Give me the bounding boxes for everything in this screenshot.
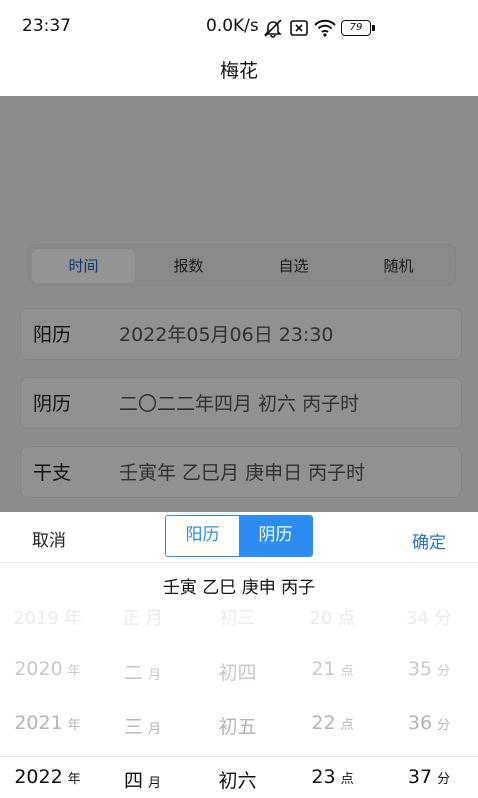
wheel-unit: 分 bbox=[437, 718, 451, 733]
selection-line bbox=[0, 756, 478, 757]
segment-lunar[interactable]: 阴历 bbox=[239, 516, 312, 556]
status-bar: 23:37 0.0K/s 79 bbox=[0, 0, 478, 52]
month-wheel[interactable]: 正月 二月 三月 四月 bbox=[95, 604, 190, 798]
picker-ganzhi-text: 壬寅 乙巳 庚申 丙子 bbox=[162, 578, 316, 598]
page-title: 梅花 bbox=[219, 60, 258, 82]
wheel-unit: 分 bbox=[437, 772, 451, 787]
hour-wheel[interactable]: 20 点 21 点 22 点 23 点 bbox=[285, 604, 380, 798]
mute-notification-icon bbox=[264, 19, 282, 38]
wheel-item-selected: 23 bbox=[311, 766, 336, 788]
wheel-unit: 月 bbox=[148, 722, 162, 737]
confirm-button[interactable]: 确定 bbox=[412, 528, 446, 553]
wheel-item: 二 bbox=[123, 662, 143, 684]
network-speed: 0.0K/s bbox=[206, 16, 259, 36]
wheel-unit: 月 bbox=[148, 776, 162, 791]
wheel-item: 初三 bbox=[219, 608, 256, 629]
wheel-item: 初五 bbox=[218, 716, 257, 738]
day-wheel[interactable]: 初三 初四 初五 初六 bbox=[190, 604, 285, 798]
wheel-item: 三 bbox=[123, 716, 143, 738]
wheel-item: 36 bbox=[407, 712, 433, 734]
wheel-item: 22 bbox=[311, 712, 336, 734]
wifi-icon bbox=[314, 19, 336, 37]
wheel-unit: 点 bbox=[337, 608, 356, 629]
minute-wheel[interactable]: 34 分 35 分 36 分 37 分 bbox=[380, 604, 478, 798]
segment-solar[interactable]: 阳历 bbox=[166, 516, 239, 556]
wheel-unit: 年 bbox=[67, 772, 81, 787]
wheel-item: 正 bbox=[122, 608, 140, 629]
wheel-item: 35 bbox=[407, 658, 433, 680]
wheel-item-selected: 初六 bbox=[218, 770, 257, 792]
divider bbox=[0, 562, 478, 563]
date-picker-sheet: 取消 阳历 阴历 确定 壬寅 乙巳 庚申 丙子 2019 年 2020 年 2021… bbox=[0, 512, 478, 798]
wheel-unit: 点 bbox=[340, 664, 354, 679]
wheel-item: 34 bbox=[406, 608, 429, 629]
status-icons: 0.0K/s bbox=[206, 16, 336, 40]
battery-icon: 79 bbox=[341, 20, 375, 36]
wheel-item-selected: 37 bbox=[407, 766, 433, 788]
status-time: 23:37 bbox=[22, 16, 71, 36]
wheel-item-selected: 2022 bbox=[14, 766, 63, 788]
wheel-item: 2020 bbox=[14, 658, 63, 680]
wheel-unit: 点 bbox=[340, 718, 354, 733]
wheel-unit: 年 bbox=[67, 664, 81, 679]
sim-x-icon bbox=[290, 20, 308, 36]
calendar-type-toggle: 阳历 阴历 bbox=[165, 515, 313, 557]
wheel-unit: 分 bbox=[437, 664, 451, 679]
wheel-item: 初四 bbox=[218, 662, 257, 684]
year-wheel[interactable]: 2019 年 2020 年 2021 年 2022 年 bbox=[0, 604, 95, 798]
wheel-unit: 分 bbox=[433, 608, 452, 629]
cancel-button[interactable]: 取消 bbox=[32, 526, 66, 551]
wheel-item-selected: 四 bbox=[123, 770, 143, 792]
wheel-unit: 年 bbox=[63, 608, 82, 629]
wheel-unit: 点 bbox=[340, 772, 354, 787]
wheel-item: 2019 bbox=[13, 608, 59, 629]
wheel-unit: 月 bbox=[148, 668, 162, 683]
wheel-item: 21 bbox=[311, 658, 336, 680]
wheel-unit: 年 bbox=[67, 718, 81, 733]
modal-backdrop[interactable] bbox=[0, 96, 478, 512]
wheel-unit: 月 bbox=[145, 608, 163, 629]
wheel-item: 2021 bbox=[14, 712, 63, 734]
wheel-item: 20 bbox=[309, 608, 333, 629]
